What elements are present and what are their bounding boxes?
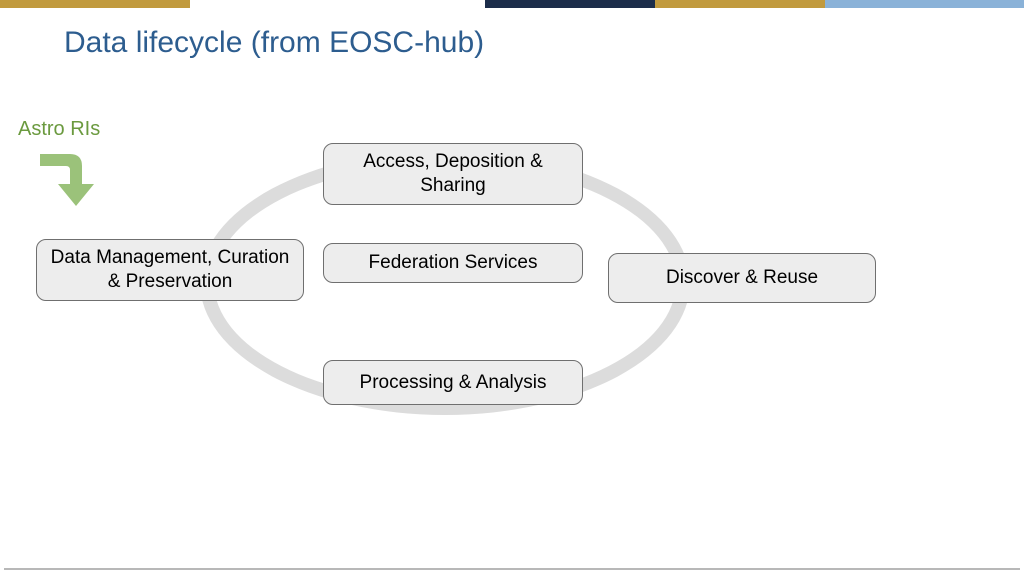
- box-federation-services: Federation Services: [323, 243, 583, 283]
- box-label: Access, Deposition & Sharing: [334, 150, 572, 198]
- box-processing-analysis: Processing & Analysis: [323, 360, 583, 405]
- box-label: Federation Services: [369, 251, 538, 275]
- slide: Data lifecycle (from EOSC-hub) Astro RIs…: [0, 0, 1024, 576]
- box-data-management-curation-preservation: Data Management, Curation & Preservation: [36, 239, 304, 301]
- box-access-deposition-sharing: Access, Deposition & Sharing: [323, 143, 583, 205]
- box-label: Processing & Analysis: [360, 371, 547, 395]
- lifecycle-diagram: Access, Deposition & Sharing Federation …: [0, 0, 1024, 576]
- box-label: Data Management, Curation & Preservation: [47, 246, 293, 294]
- box-discover-reuse: Discover & Reuse: [608, 253, 876, 303]
- footer-divider: [4, 568, 1020, 570]
- box-label: Discover & Reuse: [666, 266, 818, 290]
